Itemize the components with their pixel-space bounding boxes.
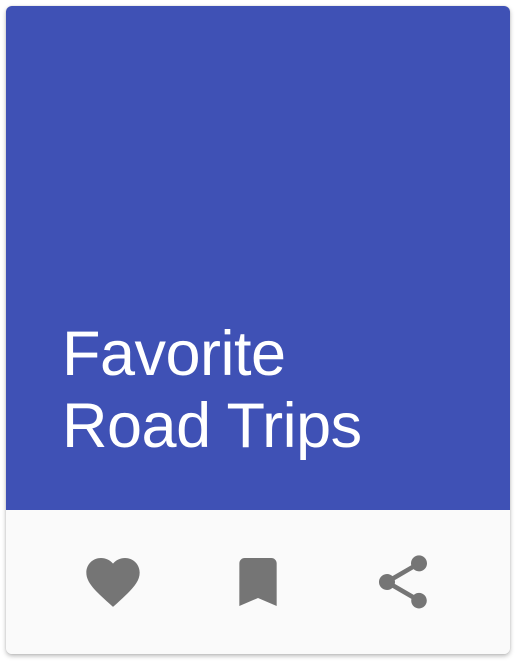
bookmark-button[interactable] [218,542,298,622]
card-title: Favorite Road Trips [62,318,482,462]
card-title-line-1: Favorite [62,319,286,389]
heart-icon [86,558,140,607]
card-actions [6,510,510,654]
card-media: Favorite Road Trips [6,6,510,510]
share-icon [379,555,427,609]
favorite-button[interactable] [73,542,153,622]
card: Favorite Road Trips [6,6,510,654]
bookmark-icon [239,558,277,606]
card-title-line-2: Road Trips [62,391,362,461]
share-button[interactable] [363,542,443,622]
